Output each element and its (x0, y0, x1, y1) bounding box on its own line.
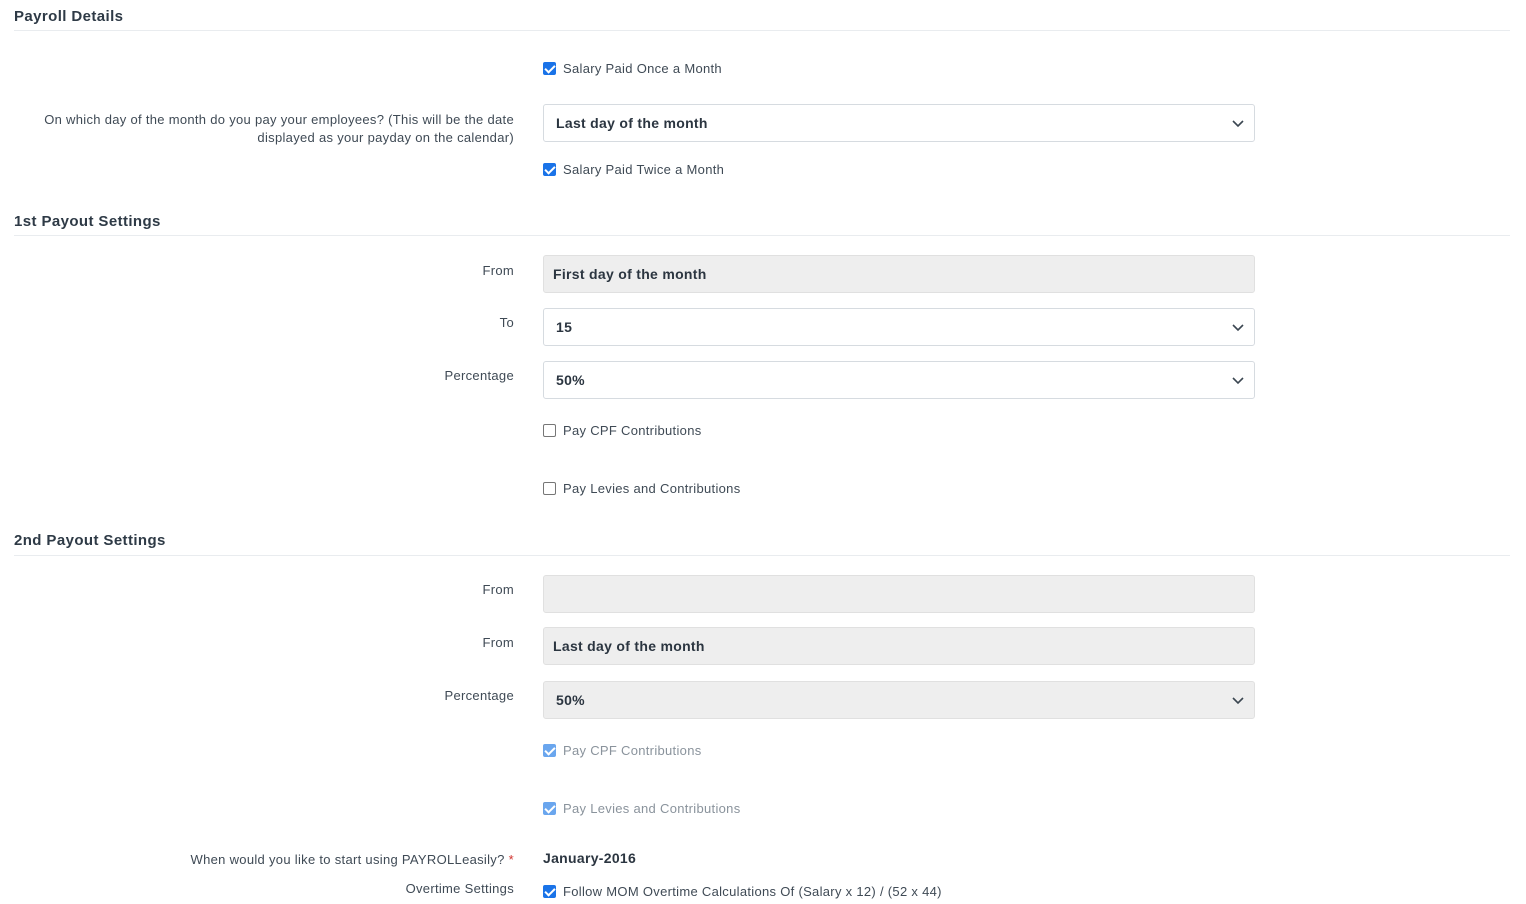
first-percentage-value: 50% (556, 372, 585, 388)
payday-select[interactable]: Last day of the month (543, 104, 1255, 142)
checkbox-checked-icon[interactable] (543, 884, 556, 898)
checkbox-checked-icon (543, 743, 556, 757)
first-cpf-checkbox[interactable]: Pay CPF Contributions (543, 421, 702, 439)
salary-once-checkbox[interactable]: Salary Paid Once a Month (543, 59, 722, 77)
start-question-text: When would you like to start using PAYRO… (190, 852, 505, 867)
first-levies-label: Pay Levies and Contributions (563, 480, 741, 496)
salary-twice-checkbox[interactable]: Salary Paid Twice a Month (543, 160, 724, 178)
section-title-first-payout: 1st Payout Settings (14, 213, 161, 230)
salary-twice-label: Salary Paid Twice a Month (563, 161, 725, 177)
first-to-value: 15 (556, 319, 573, 335)
payday-question-label: On which day of the month do you pay you… (44, 112, 514, 145)
first-from-value: First day of the month (553, 266, 707, 282)
second-percentage-select: 50% (543, 681, 1255, 719)
checkbox-unchecked-icon[interactable] (543, 481, 556, 495)
first-to-label: To (499, 315, 514, 330)
first-percentage-select[interactable]: 50% (543, 361, 1255, 399)
second-percentage-value: 50% (556, 692, 585, 708)
checkbox-checked-icon[interactable] (543, 162, 556, 176)
divider (14, 555, 1510, 556)
required-mark: * (508, 852, 514, 867)
checkbox-unchecked-icon[interactable] (543, 423, 556, 437)
start-question-label: When would you like to start using PAYRO… (0, 851, 514, 869)
divider (14, 235, 1510, 236)
divider (14, 30, 1510, 31)
second-from2-value: Last day of the month (553, 638, 705, 654)
second-from-field (543, 575, 1255, 613)
second-cpf-checkbox: Pay CPF Contributions (543, 741, 702, 759)
chevron-down-icon (1232, 697, 1244, 705)
second-from2-label: From (482, 635, 514, 650)
payday-select-value: Last day of the month (556, 115, 708, 131)
second-percentage-label: Percentage (444, 688, 514, 703)
section-title-payroll-details: Payroll Details (14, 8, 124, 25)
chevron-down-icon (1232, 120, 1244, 128)
second-levies-checkbox: Pay Levies and Contributions (543, 799, 741, 817)
overtime-mom-checkbox[interactable]: Follow MOM Overtime Calculations Of (Sal… (543, 882, 942, 900)
first-from-label: From (482, 263, 514, 278)
first-levies-checkbox[interactable]: Pay Levies and Contributions (543, 479, 741, 497)
section-title-second-payout: 2nd Payout Settings (14, 532, 166, 549)
start-value: January-2016 (543, 850, 637, 866)
chevron-down-icon (1232, 377, 1244, 385)
first-percentage-label: Percentage (444, 368, 514, 383)
second-from-label: From (482, 582, 514, 597)
first-from-field: First day of the month (543, 255, 1255, 293)
first-to-select[interactable]: 15 (543, 308, 1255, 346)
chevron-down-icon (1232, 324, 1244, 332)
second-cpf-label: Pay CPF Contributions (563, 742, 702, 758)
second-levies-label: Pay Levies and Contributions (563, 800, 741, 816)
salary-once-label: Salary Paid Once a Month (563, 60, 722, 76)
second-from2-field: Last day of the month (543, 627, 1255, 665)
overtime-mom-label: Follow MOM Overtime Calculations Of (Sal… (563, 883, 942, 899)
checkbox-checked-icon (543, 801, 556, 815)
first-cpf-label: Pay CPF Contributions (563, 422, 702, 438)
checkbox-checked-icon[interactable] (543, 61, 556, 75)
overtime-label: Overtime Settings (405, 881, 514, 896)
